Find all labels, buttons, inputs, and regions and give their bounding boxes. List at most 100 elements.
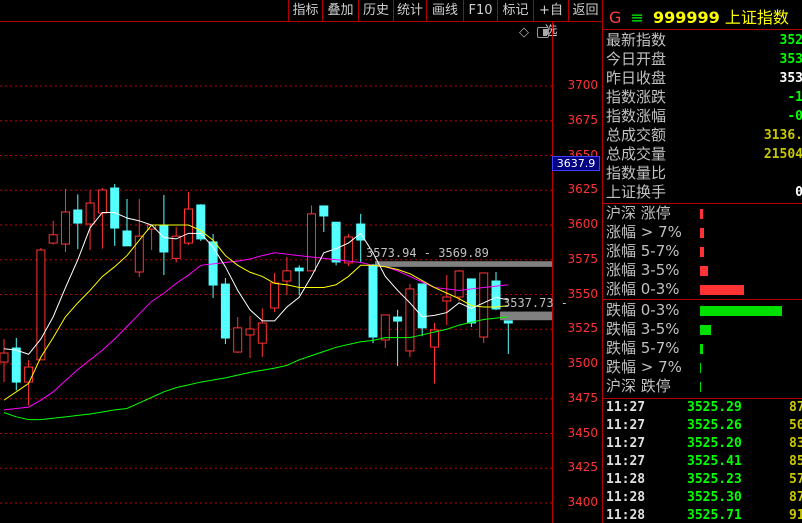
distribution-label: 跌幅 > 7% (606, 358, 682, 376)
tick-volume: 91 (789, 508, 802, 523)
candle-up (134, 235, 144, 273)
stock-name: 上证指数 (724, 8, 789, 27)
candle-up (233, 327, 243, 353)
stat-row: 最新指数 352 (606, 31, 802, 50)
candle-up (380, 314, 390, 341)
tick-row: 11:28 3525.71 91 (606, 507, 802, 523)
tick-volume: 87 (789, 490, 802, 505)
candle-up (270, 282, 280, 309)
stat-label: 指数量比 (606, 164, 667, 182)
stat-value: 3136. (763, 128, 802, 143)
tick-price: 3525.41 (687, 454, 742, 469)
tick-row: 11:27 3525.41 85 (606, 453, 802, 471)
distribution-row: 跌幅 > 7% (606, 358, 802, 377)
stat-value: -1 (787, 90, 802, 105)
candle-up (0, 352, 9, 363)
distribution-bar (700, 344, 703, 354)
price-axis: 3700 3675 3650 3625 3600 3575 3550 3525 3500 3475… (552, 22, 602, 523)
divider (603, 29, 802, 30)
stat-value: 353 (779, 52, 802, 67)
distribution-bar (700, 306, 782, 316)
candle-down (110, 187, 120, 229)
distribution-label: 沪深 涨停 (606, 204, 671, 222)
tick-volume: 83 (789, 436, 802, 451)
candle-down (319, 205, 329, 217)
toolbar: 指标 叠加 历史 统计 画线 F10 标记 +自选 返回 (0, 0, 602, 39)
candle-down (393, 316, 403, 322)
menu-icon[interactable]: ≡ (631, 8, 644, 27)
distribution-label: 跌幅 5-7% (606, 339, 680, 357)
distribution-bar (700, 247, 704, 257)
stat-label: 今日开盘 (606, 50, 667, 68)
candlestick-chart[interactable] (0, 22, 552, 523)
distribution-bar (700, 209, 703, 219)
candle-down (466, 278, 476, 324)
distribution-label: 涨幅 3-5% (606, 261, 680, 279)
toolbar-button[interactable]: 返回 (568, 0, 602, 21)
tick-time: 11:28 (606, 472, 646, 487)
distribution-bar (700, 363, 701, 373)
tick-time: 11:27 (606, 418, 646, 433)
price-band-1 (375, 261, 552, 267)
diamond-icon[interactable]: ◇ (519, 25, 529, 40)
tick-time: 11:27 (606, 454, 646, 469)
tick-price: 3525.29 (687, 400, 742, 415)
distribution-label: 沪深 跌停 (606, 377, 671, 395)
stat-label: 指数涨幅 (606, 107, 667, 125)
stat-row: 指数量比 (606, 164, 802, 183)
stat-label: 上证换手 (606, 183, 667, 201)
candle-down (331, 221, 341, 263)
y-tick-label: 3450 (567, 425, 598, 440)
candle-up (171, 235, 181, 259)
toolbar-button[interactable]: 指标 (288, 0, 322, 21)
toolbar-button[interactable]: 标记 (497, 0, 533, 21)
stat-value: 21504 (763, 147, 802, 162)
y-tick-label: 3675 (567, 112, 598, 127)
toolbar-button[interactable]: +自选 (533, 0, 568, 39)
candle-up (61, 211, 70, 245)
y-tick-label: 3600 (567, 217, 598, 231)
stat-label: 最新指数 (606, 31, 667, 49)
distribution-label: 跌幅 3-5% (606, 320, 680, 338)
y-tick-label: 3525 (567, 321, 598, 336)
toolbar-button[interactable]: 统计 (393, 0, 426, 21)
candle-down (417, 283, 427, 329)
candle-up (454, 270, 464, 298)
toolbar-button[interactable]: 历史 (358, 0, 393, 21)
tick-volume: 87 (789, 400, 802, 415)
distribution-bar (700, 285, 744, 295)
y-tick-label: 3700 (567, 78, 598, 92)
distribution-label: 跌幅 0-3% (606, 301, 680, 319)
candle-up (479, 272, 489, 338)
tick-time: 11:28 (606, 508, 646, 523)
tick-volume: 50 (789, 418, 802, 433)
candle-down (368, 264, 378, 338)
stat-row: 总成交额 3136. (606, 126, 802, 145)
y-tick-label: 3550 (567, 286, 598, 301)
tick-volume: 57 (789, 472, 802, 487)
stat-label: 昨日收盘 (606, 69, 667, 87)
stat-row: 总成交量 21504 (606, 145, 802, 164)
distribution-row: 涨幅 5-7% (606, 242, 802, 261)
tick-time: 11:27 (606, 436, 646, 451)
y-tick-label: 3500 (567, 356, 598, 370)
current-price-tag: 3637.9 (552, 156, 600, 171)
toolbar-button[interactable]: F10 (463, 0, 497, 21)
panel-toggle-icon[interactable] (537, 27, 549, 38)
tick-price: 3525.26 (687, 418, 742, 433)
stock-code: 999999 (653, 8, 720, 27)
stat-label: 总成交额 (606, 126, 667, 144)
stat-value: 0 (795, 183, 802, 202)
candle-up (85, 202, 95, 225)
distribution-row: 跌幅 5-7% (606, 339, 802, 358)
tick-price: 3525.71 (687, 508, 742, 523)
toolbar-button[interactable]: 画线 (426, 0, 463, 21)
tick-row: 11:27 3525.26 50 (606, 417, 802, 435)
candle-up (442, 296, 452, 302)
candle-up (48, 234, 58, 244)
candle-up (24, 366, 34, 383)
candle-down (11, 347, 21, 383)
candle-up (36, 249, 46, 361)
toolbar-button[interactable]: 叠加 (322, 0, 358, 21)
stat-label: 指数涨跌 (606, 88, 667, 106)
